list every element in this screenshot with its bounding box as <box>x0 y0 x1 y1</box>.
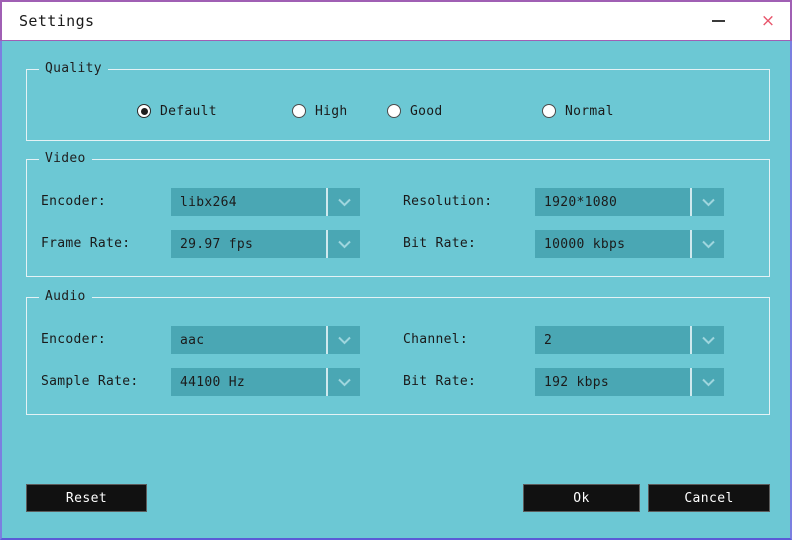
audio-bit-rate-value: 192 kbps <box>544 374 610 390</box>
audio-bit-rate-select[interactable]: 192 kbps <box>535 368 724 396</box>
close-icon: × <box>760 10 776 31</box>
video-encoder-label: Encoder: <box>41 194 107 209</box>
audio-encoder-select[interactable]: aac <box>171 326 360 354</box>
close-button[interactable]: × <box>746 2 790 40</box>
quality-group-legend: Quality <box>39 61 108 76</box>
chevron-down-icon[interactable] <box>326 188 360 216</box>
cancel-button[interactable]: Cancel <box>648 484 770 512</box>
audio-group-legend: Audio <box>39 289 92 304</box>
minimize-button[interactable] <box>696 2 740 40</box>
quality-radio-default[interactable]: Default <box>137 100 217 122</box>
quality-group: Quality Default High Good Normal <box>26 61 770 141</box>
audio-channel-label: Channel: <box>403 332 469 347</box>
audio-encoder-value: aac <box>180 332 205 348</box>
audio-sample-rate-label: Sample Rate: <box>41 374 139 389</box>
audio-sample-rate-select[interactable]: 44100 Hz <box>171 368 360 396</box>
audio-group: Audio Encoder: aac Channel: 2 Sample Rat… <box>26 289 770 415</box>
chevron-down-icon[interactable] <box>690 368 724 396</box>
radio-normal-icon <box>542 104 556 118</box>
quality-radio-normal-label: Normal <box>565 103 614 119</box>
radio-default-icon <box>137 104 151 118</box>
quality-radio-normal[interactable]: Normal <box>542 100 614 122</box>
minimize-icon <box>711 20 725 22</box>
quality-radio-default-label: Default <box>160 103 217 119</box>
quality-radio-good-label: Good <box>410 103 443 119</box>
video-bit-rate-label: Bit Rate: <box>403 236 477 251</box>
video-frame-rate-value: 29.97 fps <box>180 236 254 252</box>
audio-channel-value: 2 <box>544 332 553 348</box>
chevron-down-icon[interactable] <box>690 326 724 354</box>
audio-bit-rate-label: Bit Rate: <box>403 374 477 389</box>
video-frame-rate-select[interactable]: 29.97 fps <box>171 230 360 258</box>
window-title: Settings <box>19 12 95 30</box>
settings-window: Settings × Quality Default High Good Nor… <box>0 0 792 540</box>
chevron-down-icon[interactable] <box>690 188 724 216</box>
video-bit-rate-select[interactable]: 10000 kbps <box>535 230 724 258</box>
chevron-down-icon[interactable] <box>326 230 360 258</box>
quality-radio-high[interactable]: High <box>292 100 348 122</box>
quality-radio-high-label: High <box>315 103 348 119</box>
chevron-down-icon[interactable] <box>326 326 360 354</box>
video-group: Video Encoder: libx264 Resolution: 1920*… <box>26 151 770 277</box>
title-bar: Settings × <box>0 0 792 41</box>
audio-sample-rate-value: 44100 Hz <box>180 374 246 390</box>
video-encoder-value: libx264 <box>180 194 237 210</box>
video-resolution-select[interactable]: 1920*1080 <box>535 188 724 216</box>
chevron-down-icon[interactable] <box>690 230 724 258</box>
reset-button[interactable]: Reset <box>26 484 147 512</box>
quality-radio-good[interactable]: Good <box>387 100 443 122</box>
chevron-down-icon[interactable] <box>326 368 360 396</box>
quality-radio-group: Default High Good Normal <box>27 100 769 122</box>
ok-button[interactable]: Ok <box>523 484 640 512</box>
settings-content: Quality Default High Good Normal Video E… <box>2 41 790 538</box>
video-encoder-select[interactable]: libx264 <box>171 188 360 216</box>
video-frame-rate-label: Frame Rate: <box>41 236 131 251</box>
radio-good-icon <box>387 104 401 118</box>
video-resolution-label: Resolution: <box>403 194 493 209</box>
audio-channel-select[interactable]: 2 <box>535 326 724 354</box>
video-bit-rate-value: 10000 kbps <box>544 236 626 252</box>
audio-encoder-label: Encoder: <box>41 332 107 347</box>
video-group-legend: Video <box>39 151 92 166</box>
radio-high-icon <box>292 104 306 118</box>
video-resolution-value: 1920*1080 <box>544 194 618 210</box>
